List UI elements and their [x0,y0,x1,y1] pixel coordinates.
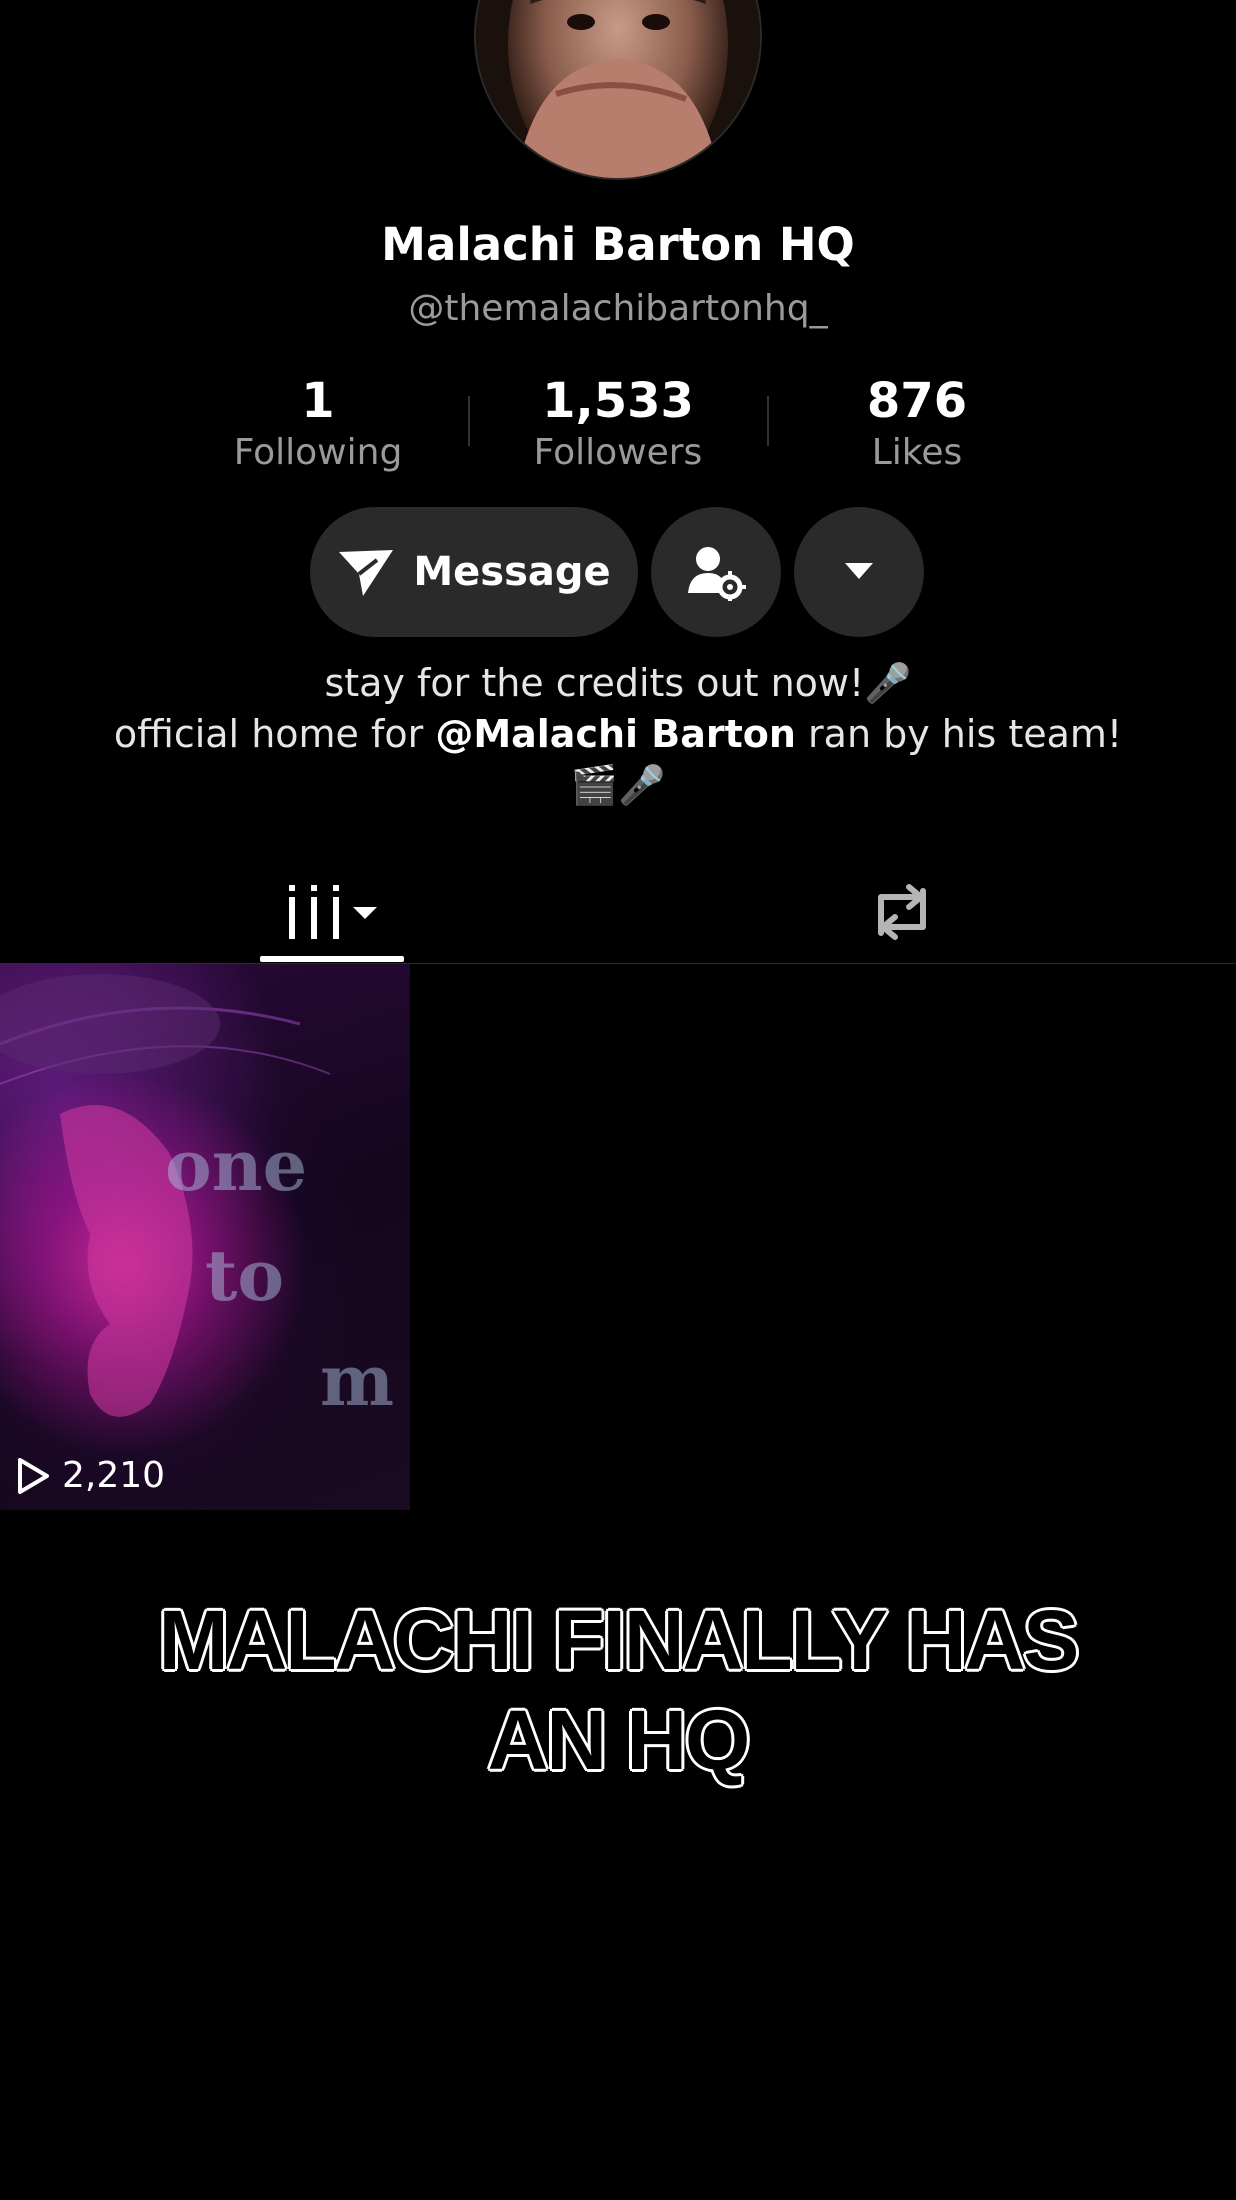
stat-following[interactable]: 1 Following [168,370,468,474]
caret-down-icon [845,563,873,579]
view-count-text: 2,210 [62,1455,166,1496]
more-options-button[interactable] [794,507,924,637]
stat-following-label: Following [233,432,403,473]
profile-avatar[interactable] [476,0,760,178]
message-button-label: Message [413,549,611,595]
video-thumbnail[interactable]: one to m 2,210 [0,964,410,1510]
video-caption-overlay: MALACHI FINALLY HAS AN HQ [0,1590,1236,1790]
tab-reposts[interactable] [850,860,954,963]
manage-account-button[interactable] [651,507,781,637]
avatar-photo [476,0,760,178]
active-tab-indicator [260,956,404,962]
bio-text: ran by his team! [795,712,1123,756]
thumbnail-overlay-text: to [205,1234,285,1317]
bio-line-2: official home for @Malachi Barton ran by… [0,709,1236,760]
stat-followers[interactable]: 1,533 Followers [468,370,768,474]
bio-text: official home for [113,712,436,756]
stat-likes[interactable]: 876 Likes [767,370,1067,474]
bio-line-1: stay for the credits out now!🎤 [324,661,912,705]
repost-icon [878,883,926,940]
play-icon [18,1457,49,1494]
stat-followers-label: Followers [533,432,703,473]
thumbnail-overlay-text: one [165,1124,308,1207]
profile-stats: 1 Following 1,533 Followers 876 Likes [0,370,1236,480]
person-gear-icon [688,547,746,601]
profile-handle: @themalachibartonhq_ [408,288,828,329]
profile-display-name: Malachi Barton HQ [381,218,855,271]
thumbnail-overlay-text: m [320,1339,395,1422]
tab-videos[interactable] [260,860,404,963]
video-view-count: 2,210 [16,1455,165,1496]
profile-bio: stay for the credits out now!🎤 official … [0,658,1236,811]
bio-line-3: 🎬🎤 [570,763,666,807]
grid-bars-icon [289,884,377,939]
caption-line-2: AN HQ [487,1693,751,1787]
bio-mention-link[interactable]: @Malachi Barton [435,712,796,756]
caption-line-1: MALACHI FINALLY HAS [158,1593,1080,1687]
stat-likes-value: 876 [866,373,968,429]
message-button[interactable]: Message [310,507,638,637]
stat-followers-value: 1,533 [542,373,694,429]
profile-tabs [0,860,1236,964]
paper-plane-icon [339,550,394,596]
stat-likes-label: Likes [871,432,963,473]
stat-following-value: 1 [301,373,335,429]
